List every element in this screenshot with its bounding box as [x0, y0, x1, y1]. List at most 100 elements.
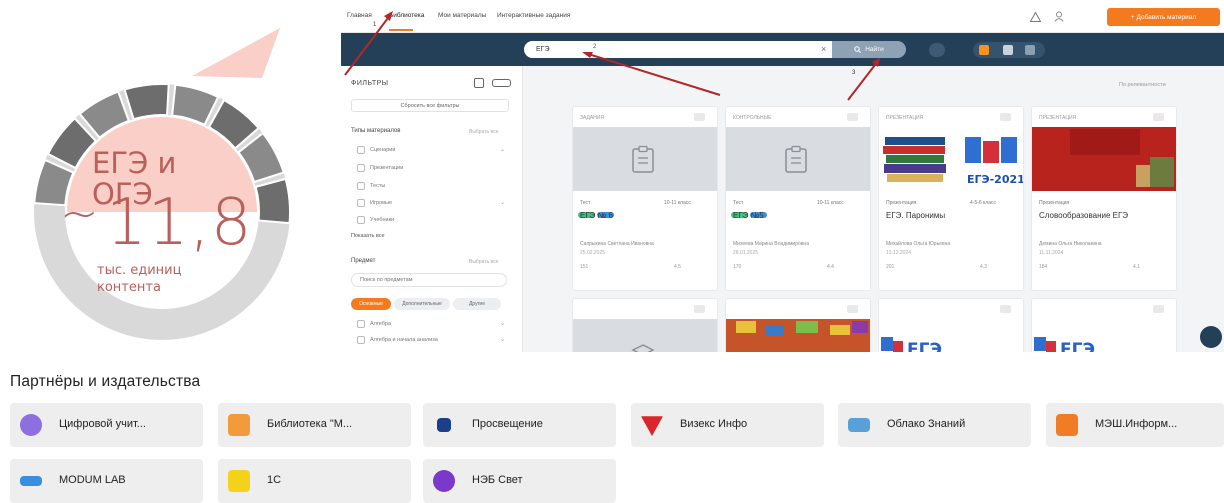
material-card[interactable]: ЕГЭ: [1031, 298, 1177, 352]
material-card[interactable]: ЕГЭ: [878, 298, 1024, 352]
more-icon[interactable]: [492, 79, 511, 87]
filter-type-textbooks[interactable]: Учебники: [351, 216, 511, 226]
filters-panel: ФИЛЬТРЫ Сбросить все фильтры Типы матери…: [341, 66, 523, 352]
save-filters-icon[interactable]: [474, 78, 484, 88]
ring-segment: [254, 177, 291, 225]
partner-card[interactable]: Библиотека "М...: [218, 403, 411, 447]
partner-card[interactable]: НЭБ Свет: [423, 459, 616, 503]
card-title[interactable]: ЕГЭ. Паронимы: [886, 211, 945, 220]
chevron-down-icon[interactable]: ⌄: [500, 320, 505, 327]
partner-logo-icon: [437, 418, 451, 432]
view-toggle: [973, 42, 1045, 58]
subject-tab-main[interactable]: Основные: [351, 298, 391, 310]
card-menu-icon[interactable]: [847, 113, 858, 121]
card-thumbnail: ЕГЭ-2021: [879, 127, 1023, 191]
card-title[interactable]: ЕГЭ № 6: [580, 211, 613, 220]
card-menu-icon[interactable]: [694, 305, 705, 313]
subject-tab-other[interactable]: Другие: [453, 298, 501, 310]
notification-icon[interactable]: [1030, 12, 1041, 22]
partner-logo-icon: [20, 414, 42, 436]
card-menu-icon[interactable]: [1153, 113, 1164, 121]
ring-segment: [123, 83, 170, 121]
slide-image: [1032, 127, 1176, 191]
material-card[interactable]: КОНТРОЛЬНЫЕ Тест 10-11 класс ЕГЭ №5 Михе…: [725, 106, 871, 291]
step-marker-1: 1: [373, 22, 377, 28]
checkbox[interactable]: [357, 164, 365, 172]
partner-card[interactable]: Цифровой учит...: [10, 403, 203, 447]
subject-select-all[interactable]: Выбрать все: [469, 259, 498, 265]
subject-search-input[interactable]: [351, 273, 507, 287]
checkbox[interactable]: [357, 336, 365, 344]
sort-dropdown[interactable]: По релевантности: [1119, 82, 1166, 88]
clear-search-icon[interactable]: ×: [821, 45, 826, 54]
partner-card[interactable]: МЭШ.Информ...: [1046, 403, 1224, 447]
partner-logo-icon: [1056, 414, 1078, 436]
card-thumbnail: ЕГЭ: [1032, 319, 1176, 352]
clipboard-icon: [785, 145, 807, 173]
partner-card[interactable]: Просвещение: [423, 403, 616, 447]
ring-units: тыс. единиц контента: [97, 263, 182, 295]
types-select-all[interactable]: Выбрать все: [469, 129, 498, 135]
tab-library[interactable]: Библиотека: [389, 12, 424, 19]
filter-subject-algebra[interactable]: Алгебра ⌄: [351, 320, 511, 330]
material-card[interactable]: ЗАДАНИЯ Тест 10-11 класс ЕГЭ № 6 Сапрыки…: [572, 106, 718, 291]
partner-logo-icon: [433, 470, 455, 492]
search-icon: [854, 46, 862, 53]
card-menu-icon[interactable]: [1153, 305, 1164, 313]
search-button[interactable]: Найти: [832, 41, 906, 58]
ege-logo-image: ЕГЭ: [1034, 337, 1095, 352]
checkbox[interactable]: [357, 199, 365, 207]
tab-home[interactable]: Главная: [347, 12, 372, 19]
material-card[interactable]: [725, 298, 871, 352]
show-all-link[interactable]: Показать все: [351, 233, 385, 239]
partner-card[interactable]: Визекс Инфо: [631, 403, 824, 447]
user-icon[interactable]: [1054, 11, 1064, 22]
material-card[interactable]: [572, 298, 718, 352]
search-bar: 2 × Найти: [341, 33, 1224, 66]
filter-type-scenarios[interactable]: Сценарии ⌄: [351, 146, 511, 156]
card-thumbnail: [1032, 127, 1176, 191]
card-menu-icon[interactable]: [1000, 305, 1011, 313]
checkbox[interactable]: [357, 320, 365, 328]
material-card[interactable]: ПРЕЗЕНТАЦИЯ Презентация Словообразование…: [1031, 106, 1177, 291]
material-card[interactable]: ПРЕЗЕНТАЦИЯ ЕГЭ-2021 Презентация 4-5-6 к…: [878, 106, 1024, 291]
chevron-down-icon[interactable]: ⌄: [500, 336, 505, 343]
filter-type-games[interactable]: Игровые ⌄: [351, 199, 511, 209]
add-material-button[interactable]: + Добавить материал: [1107, 8, 1220, 26]
chevron-down-icon[interactable]: ⌄: [500, 199, 505, 206]
card-title[interactable]: ЕГЭ №5: [733, 211, 764, 220]
subject-tab-extra[interactable]: Дополнительные: [394, 298, 450, 310]
cube-icon: [631, 344, 655, 352]
checkbox[interactable]: [357, 216, 365, 224]
ring-number: 11,8: [106, 186, 253, 260]
active-tab-underline: [389, 29, 413, 31]
chat-button[interactable]: [1200, 326, 1222, 348]
tab-interactive[interactable]: Интерактивные задания: [497, 12, 570, 19]
card-thumbnail: [726, 127, 870, 218]
top-navigation: Главная Библиотека Мои материалы Интерак…: [341, 0, 1224, 33]
chevron-down-icon[interactable]: ⌄: [500, 146, 505, 153]
filter-subject-algebra-analysis[interactable]: Алгебра и начала анализа ⌄: [351, 336, 511, 346]
grid-view-icon[interactable]: [979, 45, 989, 55]
ege-logo-image: ЕГЭ: [881, 337, 942, 352]
list-view-icon[interactable]: [1003, 45, 1013, 55]
checkbox[interactable]: [357, 146, 365, 154]
checkbox[interactable]: [357, 182, 365, 190]
filter-type-tests[interactable]: Тесты: [351, 182, 511, 192]
partner-card[interactable]: 1С: [218, 459, 411, 503]
partner-card[interactable]: Облако Знаний: [838, 403, 1031, 447]
partner-card[interactable]: MODUM LAB: [10, 459, 203, 503]
card-menu-icon[interactable]: [1000, 113, 1011, 121]
tab-my-materials[interactable]: Мои материалы: [438, 12, 486, 19]
partner-logo-icon: [641, 416, 663, 436]
card-menu-icon[interactable]: [847, 305, 858, 313]
card-title[interactable]: Словообразование ЕГЭ: [1039, 211, 1128, 220]
compact-view-icon[interactable]: [1025, 45, 1035, 55]
reset-filters-button[interactable]: Сбросить все фильтры: [351, 99, 509, 112]
partner-logo-icon: [228, 414, 250, 436]
search-button-label: Найти: [865, 46, 884, 53]
search-input[interactable]: [524, 41, 832, 58]
filter-type-presentations[interactable]: Презентации: [351, 164, 511, 174]
card-menu-icon[interactable]: [694, 113, 705, 121]
calendar-button[interactable]: [929, 43, 945, 57]
